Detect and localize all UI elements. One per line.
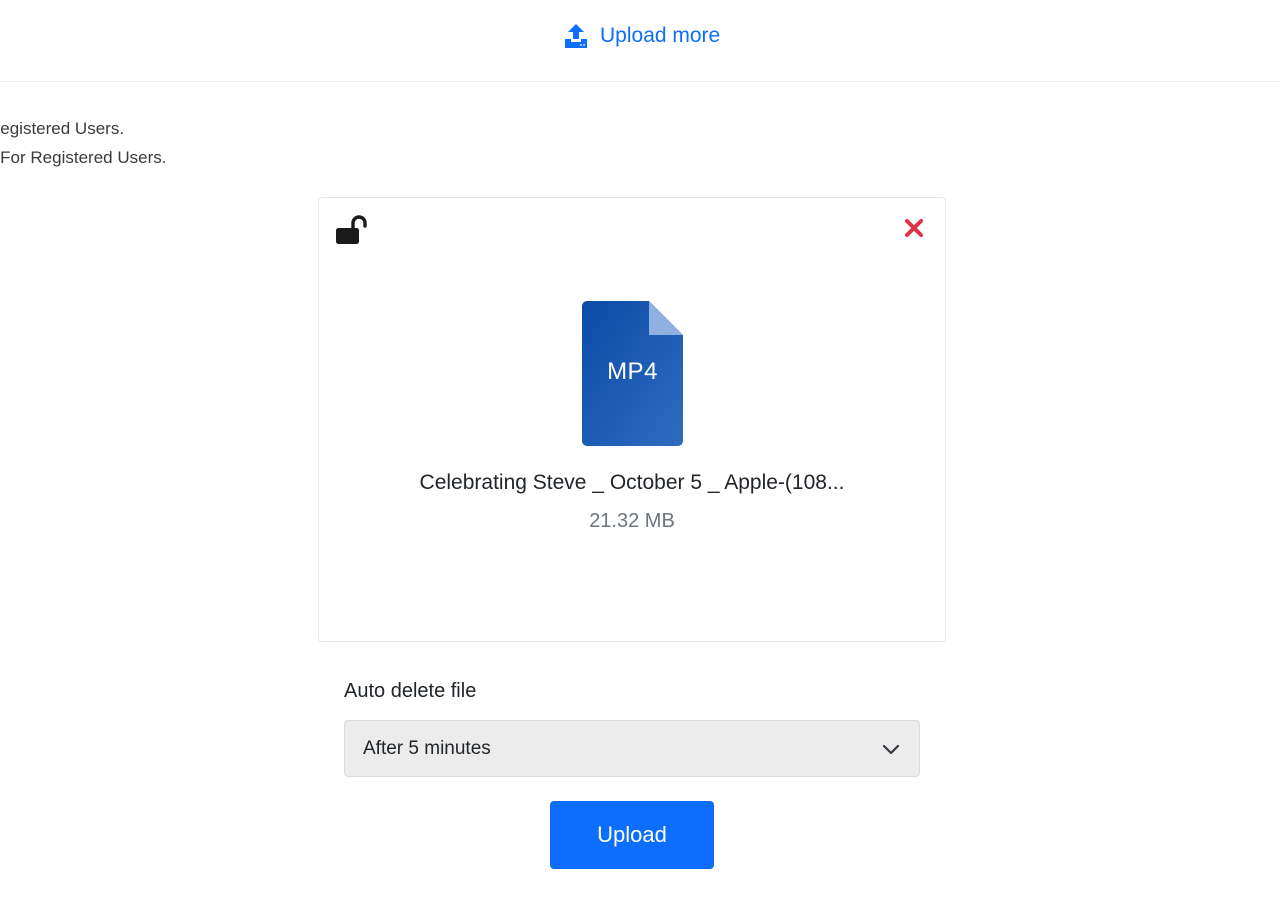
close-icon[interactable]	[904, 218, 924, 238]
note-line-1: Registered Users.	[0, 119, 125, 138]
auto-delete-selected-value: After 5 minutes	[363, 738, 491, 759]
unlocked-padlock-icon[interactable]	[335, 215, 367, 245]
registration-notes: Registered Users. d For Registered Users…	[0, 114, 166, 172]
mp4-file-icon: MP4	[582, 301, 683, 446]
upload-more-label: Upload more	[600, 24, 721, 47]
auto-delete-label: Auto delete file	[344, 680, 477, 702]
chevron-down-icon	[882, 743, 900, 755]
upload-icon	[564, 23, 588, 49]
file-type-label: MP4	[607, 358, 658, 385]
auto-delete-select[interactable]: After 5 minutes	[344, 720, 920, 777]
upload-button[interactable]: Upload	[550, 801, 714, 869]
upload-more-link[interactable]: Upload more	[564, 22, 720, 50]
file-card: MP4 Celebrating Steve _ October 5 _ Appl…	[318, 197, 946, 642]
file-size: 21.32 MB	[589, 510, 675, 532]
file-name: Celebrating Steve _ October 5 _ Apple-(1…	[419, 471, 845, 494]
top-toolbar: Upload more	[0, 0, 1280, 82]
note-line-2: d For Registered Users.	[0, 148, 167, 167]
